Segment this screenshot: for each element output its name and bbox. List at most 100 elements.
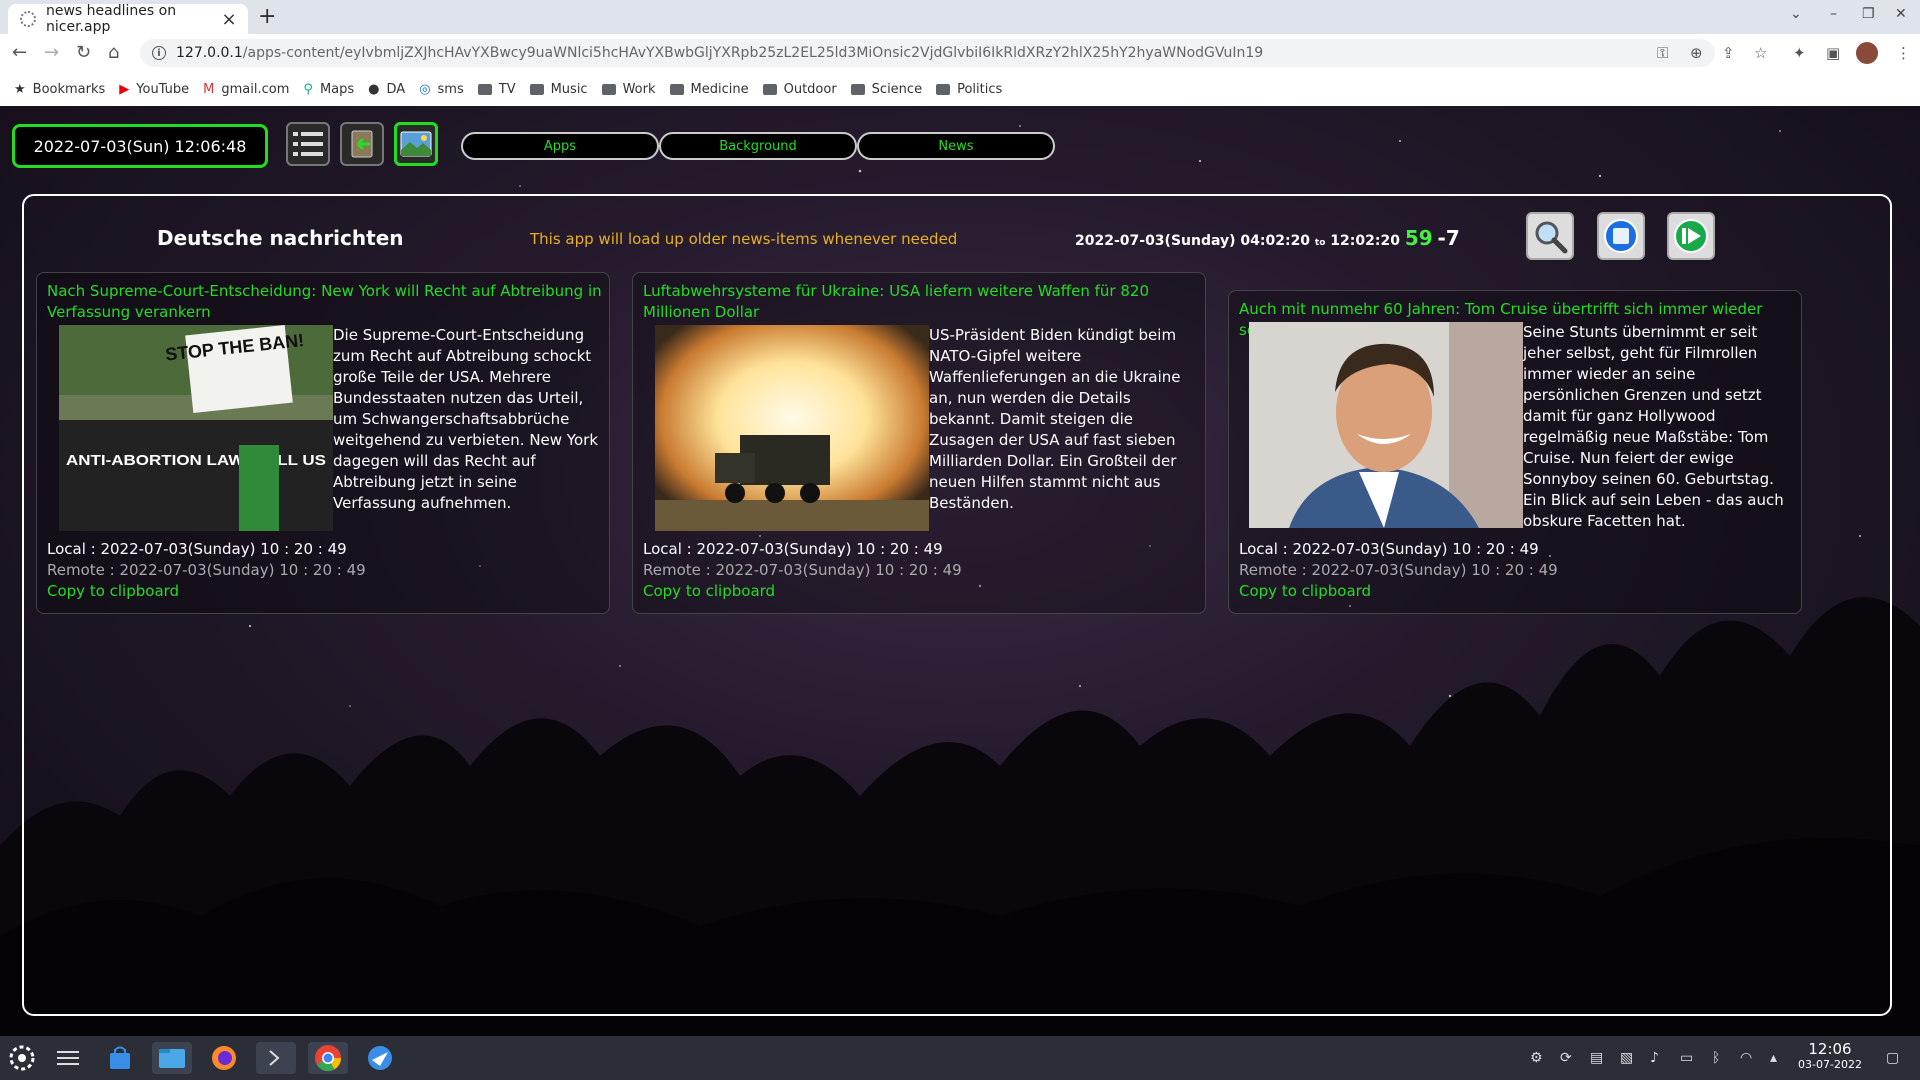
- reload-icon[interactable]: ↻: [76, 42, 91, 63]
- news-menu-button[interactable]: News: [857, 132, 1055, 160]
- show-desktop-icon[interactable]: ▢: [1886, 1050, 1899, 1066]
- browser-tab[interactable]: news headlines on nicer.app ×: [8, 3, 248, 35]
- bookmark-gmail[interactable]: Mgmail.com: [203, 82, 289, 97]
- bookmark-maps[interactable]: ⚲ Maps: [303, 82, 354, 97]
- background-menu-button[interactable]: Background: [659, 132, 857, 160]
- background-button[interactable]: [394, 122, 438, 166]
- news-card: Nach Supreme-Court-Entscheidung: New Yor…: [36, 272, 610, 614]
- remote-app-button[interactable]: [360, 1042, 400, 1074]
- bookmark-folder-tv[interactable]: TV: [477, 82, 516, 97]
- close-tab-icon[interactable]: ×: [218, 9, 240, 30]
- store-button[interactable]: [100, 1042, 140, 1074]
- url-path: /apps-content/eyIvbmljZXJhcHAvYXBwcy9uaW…: [242, 45, 1264, 61]
- restore-icon[interactable]: ❐: [1862, 6, 1875, 22]
- extensions-icon[interactable]: ✦: [1793, 44, 1806, 62]
- github-icon: ●: [368, 81, 380, 97]
- address-bar[interactable]: i 127.0.0.1/apps-content/eyIvbmljZXJhcHA…: [140, 39, 1715, 67]
- apps-menu-button[interactable]: Apps: [461, 132, 659, 160]
- terminal-button[interactable]: [256, 1042, 296, 1074]
- article-title[interactable]: Luftabwehrsysteme für Ukraine: USA liefe…: [643, 281, 1199, 323]
- copy-to-clipboard-link[interactable]: Copy to clipboard: [1239, 582, 1371, 600]
- updates-icon[interactable]: ⟳: [1560, 1050, 1572, 1066]
- browser-toolbar: ← → ↻ ⌂ i 127.0.0.1/apps-content/eyIvbml…: [0, 34, 1920, 72]
- battery-icon[interactable]: ▭: [1680, 1050, 1693, 1066]
- file-manager-button[interactable]: [152, 1042, 192, 1074]
- folder-icon: [669, 83, 684, 95]
- copy-to-clipboard-link[interactable]: Copy to clipboard: [47, 582, 179, 600]
- share-icon[interactable]: ⇪: [1722, 44, 1735, 62]
- article-local-time: Local : 2022-07-03(Sunday) 10 : 20 : 49: [643, 540, 943, 558]
- folder-icon: [601, 83, 616, 95]
- bookmark-folder-science[interactable]: Science: [850, 82, 922, 97]
- new-tab-icon[interactable]: +: [258, 4, 276, 29]
- bookmark-da[interactable]: ● DA: [368, 82, 405, 97]
- kebab-menu-icon[interactable]: ⋮: [1896, 44, 1911, 62]
- article-local-time: Local : 2022-07-03(Sunday) 10 : 20 : 49: [1239, 540, 1539, 558]
- screenshot-icon[interactable]: ▧: [1620, 1050, 1633, 1066]
- bookmark-folder-medicine[interactable]: Medicine: [669, 82, 749, 97]
- key-icon[interactable]: ⚿: [1657, 44, 1668, 62]
- bookmark-folder-politics[interactable]: Politics: [936, 82, 1002, 97]
- bookmark-sms[interactable]: ◎ sms: [419, 82, 464, 97]
- current-datetime: 2022-07-03(Sun) 12:06:48: [12, 124, 268, 168]
- landscape-icon: [400, 131, 432, 157]
- article-title[interactable]: Nach Supreme-Court-Entscheidung: New Yor…: [47, 281, 603, 323]
- tab-search-chevron-icon[interactable]: ⌄: [1790, 6, 1802, 22]
- play-icon: [1674, 219, 1708, 253]
- panel-note: This app will load up older news-items w…: [530, 230, 958, 248]
- url-host: 127.0.0.1: [176, 45, 243, 61]
- back-to-apps-button[interactable]: [340, 122, 384, 166]
- profile-avatar[interactable]: [1856, 42, 1878, 64]
- back-arrow-icon: [351, 130, 373, 158]
- forward-icon[interactable]: →: [44, 42, 59, 63]
- tray-expand-icon[interactable]: ▴: [1770, 1050, 1777, 1066]
- vpn-icon[interactable]: ⚙: [1530, 1050, 1543, 1066]
- home-icon[interactable]: ⌂: [108, 42, 119, 63]
- shopping-bag-icon: [110, 1046, 130, 1069]
- copy-to-clipboard-link[interactable]: Copy to clipboard: [643, 582, 775, 600]
- stop-icon: [1604, 219, 1638, 253]
- folder-icon: [762, 83, 777, 95]
- back-icon[interactable]: ←: [12, 42, 27, 63]
- side-panel-icon[interactable]: ▣: [1826, 44, 1840, 62]
- news-date-range: 2022-07-03(Sunday) 04:02:20 to 12:02:20 …: [1075, 226, 1460, 250]
- browser-tabstrip: news headlines on nicer.app × + ⌄ – ❐ ✕: [0, 0, 1920, 35]
- volume-icon[interactable]: ♪: [1650, 1050, 1659, 1066]
- article-summary: US-Präsident Biden kündigt beim NATO-Gip…: [929, 326, 1181, 512]
- play-button[interactable]: [1667, 212, 1715, 260]
- firefox-button[interactable]: [204, 1042, 244, 1074]
- clipboard-icon[interactable]: ▤: [1590, 1050, 1603, 1066]
- bookmark-folder-work[interactable]: Work: [601, 82, 656, 97]
- zoom-icon[interactable]: ⊕: [1690, 44, 1703, 62]
- bookmark-folder-outdoor[interactable]: Outdoor: [762, 82, 837, 97]
- bookmark-folder-music[interactable]: Music: [529, 82, 588, 97]
- clock-date: 03-07-2022: [1798, 1058, 1862, 1071]
- article-image-protest[interactable]: STOP THE BAN! ANTI-ABORTION LAWS KILL US: [59, 325, 333, 531]
- chrome-button[interactable]: [308, 1042, 348, 1074]
- wifi-icon[interactable]: ◠: [1740, 1050, 1752, 1066]
- list-icon: [293, 132, 323, 156]
- article-remote-time: Remote : 2022-07-03(Sunday) 10 : 20 : 49: [1239, 561, 1558, 579]
- article-summary: Die Supreme-Court-Entscheidung zum Recht…: [333, 326, 599, 512]
- stop-button[interactable]: [1597, 212, 1645, 260]
- article-image-portrait[interactable]: [1249, 322, 1523, 528]
- bookmark-youtube[interactable]: ▶ YouTube: [119, 82, 189, 97]
- tab-title: news headlines on nicer.app: [46, 3, 177, 35]
- app-launcher-button[interactable]: [2, 1042, 42, 1074]
- bookmark-bookmarks[interactable]: ★ Bookmarks: [14, 82, 105, 97]
- chrome-icon: [315, 1045, 342, 1072]
- taskbar-clock[interactable]: 12:06 03-07-2022: [1790, 1040, 1870, 1071]
- task-manager-button[interactable]: [48, 1042, 88, 1074]
- folder-icon: [850, 83, 865, 95]
- news-card: Auch mit nunmehr 60 Jahren: Tom Cruise ü…: [1228, 290, 1802, 614]
- star-icon[interactable]: ☆: [1754, 44, 1767, 62]
- folder-icon: [936, 83, 951, 95]
- bluetooth-icon[interactable]: ᛒ: [1712, 1050, 1720, 1066]
- menu-button[interactable]: [286, 122, 330, 166]
- gmail-icon: M: [203, 81, 215, 97]
- window-close-icon[interactable]: ✕: [1895, 6, 1907, 22]
- site-info-icon[interactable]: i: [152, 46, 166, 60]
- article-image-rocket-launcher[interactable]: [655, 325, 929, 531]
- minimize-icon[interactable]: –: [1830, 6, 1837, 22]
- search-button[interactable]: [1526, 212, 1574, 260]
